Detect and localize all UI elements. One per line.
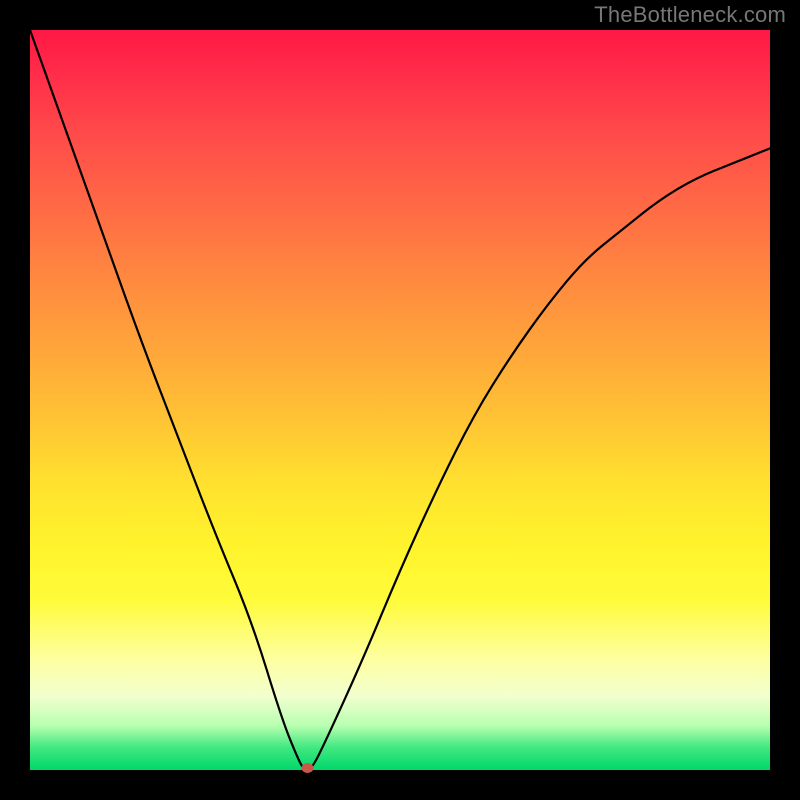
plot-area — [30, 30, 770, 770]
watermark-text: TheBottleneck.com — [594, 2, 786, 28]
chart-frame: TheBottleneck.com — [0, 0, 800, 800]
optimal-marker — [302, 763, 314, 773]
bottleneck-curve — [30, 30, 770, 770]
curve-svg — [30, 30, 770, 770]
